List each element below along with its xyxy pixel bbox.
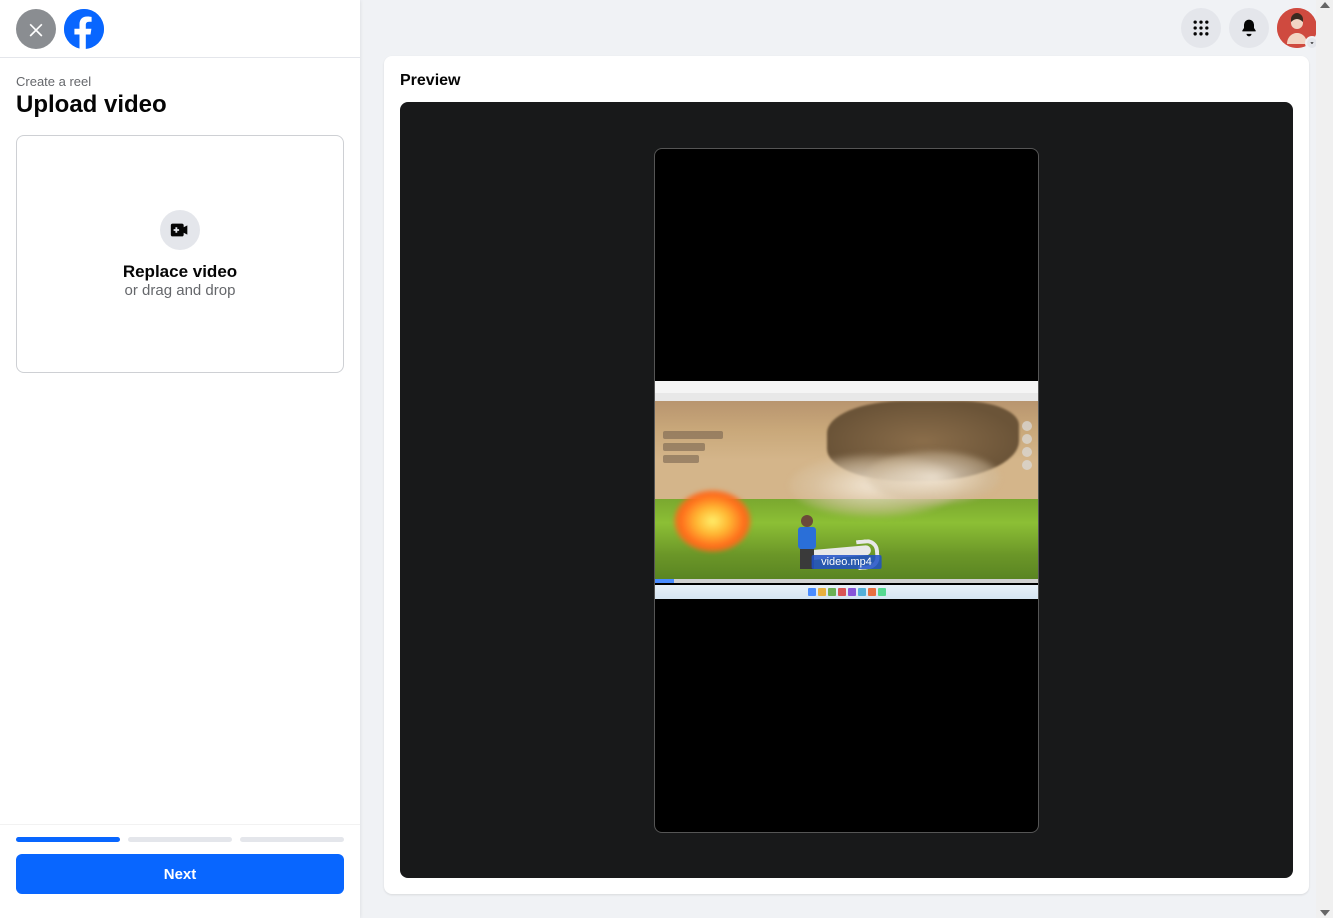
- preview-title: Preview: [400, 72, 1293, 90]
- preview-stage: video.mp4: [400, 102, 1293, 878]
- scroll-up-icon: [1320, 2, 1330, 8]
- top-header: [360, 0, 1333, 56]
- profile-button[interactable]: [1277, 8, 1317, 48]
- upload-action-label: Replace video: [123, 262, 237, 282]
- video-thumbnail: video.mp4: [655, 381, 1038, 599]
- app-root: Create a reel Upload video Replace video…: [0, 0, 1333, 918]
- chevron-down-icon: [1308, 39, 1316, 47]
- video-add-icon: [169, 219, 191, 241]
- upload-hint: or drag and drop: [125, 282, 236, 299]
- progress-step-1: [16, 837, 120, 842]
- sidebar-header: [0, 0, 360, 58]
- thumb-taskbar: [655, 585, 1038, 599]
- progress-indicator: [16, 837, 344, 842]
- main-area: Preview: [360, 0, 1333, 918]
- sidebar-footer: Next: [0, 824, 360, 918]
- facebook-icon: [64, 9, 104, 49]
- preview-card: Preview: [384, 56, 1309, 894]
- sidebar-content: Create a reel Upload video Replace video…: [0, 58, 360, 824]
- upload-dropzone[interactable]: Replace video or drag and drop: [16, 135, 344, 373]
- upload-icon-wrapper: [160, 210, 200, 250]
- thumb-titlebar: [655, 381, 1038, 393]
- page-scrollbar[interactable]: [1316, 0, 1333, 918]
- progress-step-3: [240, 837, 344, 842]
- facebook-logo[interactable]: [64, 9, 104, 49]
- menu-button[interactable]: [1181, 8, 1221, 48]
- scroll-down-icon: [1320, 910, 1330, 916]
- notifications-button[interactable]: [1229, 8, 1269, 48]
- next-button[interactable]: Next: [16, 854, 344, 894]
- filename-label: video.mp4: [811, 555, 882, 569]
- thumb-seekbar: [655, 579, 1038, 583]
- close-icon: [26, 19, 46, 39]
- close-button[interactable]: [16, 9, 56, 49]
- progress-step-2: [128, 837, 232, 842]
- grid-icon: [1191, 18, 1211, 38]
- sidebar: Create a reel Upload video Replace video…: [0, 0, 360, 918]
- thumb-game-scene: [655, 401, 1038, 579]
- breadcrumb: Create a reel: [16, 74, 344, 89]
- preview-frame: video.mp4: [654, 148, 1039, 833]
- page-title: Upload video: [16, 91, 344, 119]
- bell-icon: [1239, 18, 1259, 38]
- thumb-menubar: [655, 393, 1038, 401]
